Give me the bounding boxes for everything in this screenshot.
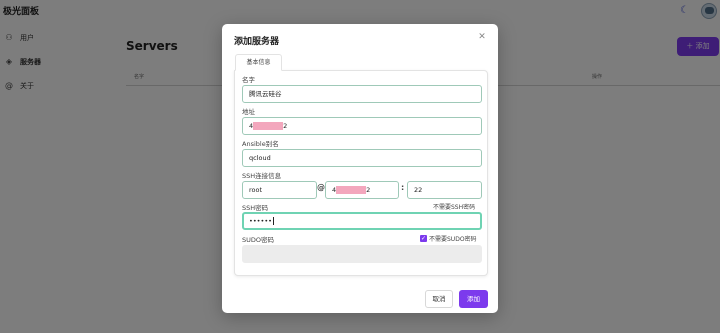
- at-separator: @: [317, 183, 325, 192]
- ssh-password-input[interactable]: ••••••: [242, 212, 482, 230]
- colon-separator: :: [401, 183, 405, 192]
- cancel-button[interactable]: 取消: [425, 290, 453, 308]
- name-input[interactable]: 腾讯云硅谷: [242, 85, 482, 103]
- form-panel: 名字 腾讯云硅谷 地址 42 Ansible别名 qcloud SSH连接信息 …: [234, 70, 488, 276]
- name-label: 名字: [242, 76, 255, 84]
- dialog-title: 添加服务器: [234, 37, 280, 47]
- address-value-end: 2: [283, 122, 288, 130]
- close-icon[interactable]: ✕: [477, 32, 487, 42]
- ssh-port-input[interactable]: 22: [407, 181, 482, 199]
- ansible-alias-input[interactable]: qcloud: [242, 149, 482, 167]
- ssh-user-input[interactable]: root: [242, 181, 317, 199]
- ssh-password-value: ••••••: [249, 217, 273, 225]
- redaction-mask: [336, 186, 367, 194]
- sudo-password-label: SUDO密码: [242, 236, 275, 244]
- ssh-connection-label: SSH连接信息: [242, 172, 282, 180]
- ssh-host-end: 2: [366, 186, 371, 194]
- text-caret: [273, 217, 275, 225]
- address-label: 地址: [242, 108, 255, 116]
- no-ssh-password-link[interactable]: 不需要SSH密码: [433, 202, 475, 211]
- add-server-dialog: 添加服务器 ✕ 基本信息 名字 腾讯云硅谷 地址 42 Ansible别名 qc…: [222, 24, 498, 313]
- sudo-password-input: [242, 245, 482, 263]
- ssh-password-label: SSH密码: [242, 204, 269, 212]
- address-input[interactable]: 42: [242, 117, 482, 135]
- ssh-host-input[interactable]: 42: [325, 181, 399, 199]
- submit-button[interactable]: 添加: [459, 290, 488, 308]
- redaction-mask: [253, 122, 284, 130]
- no-sudo-password-checkbox[interactable]: ✓: [420, 235, 427, 242]
- tab-basic-info[interactable]: 基本信息: [235, 54, 282, 71]
- no-sudo-password-label[interactable]: 不需要SUDO密码: [429, 234, 477, 243]
- ansible-alias-label: Ansible别名: [242, 140, 279, 148]
